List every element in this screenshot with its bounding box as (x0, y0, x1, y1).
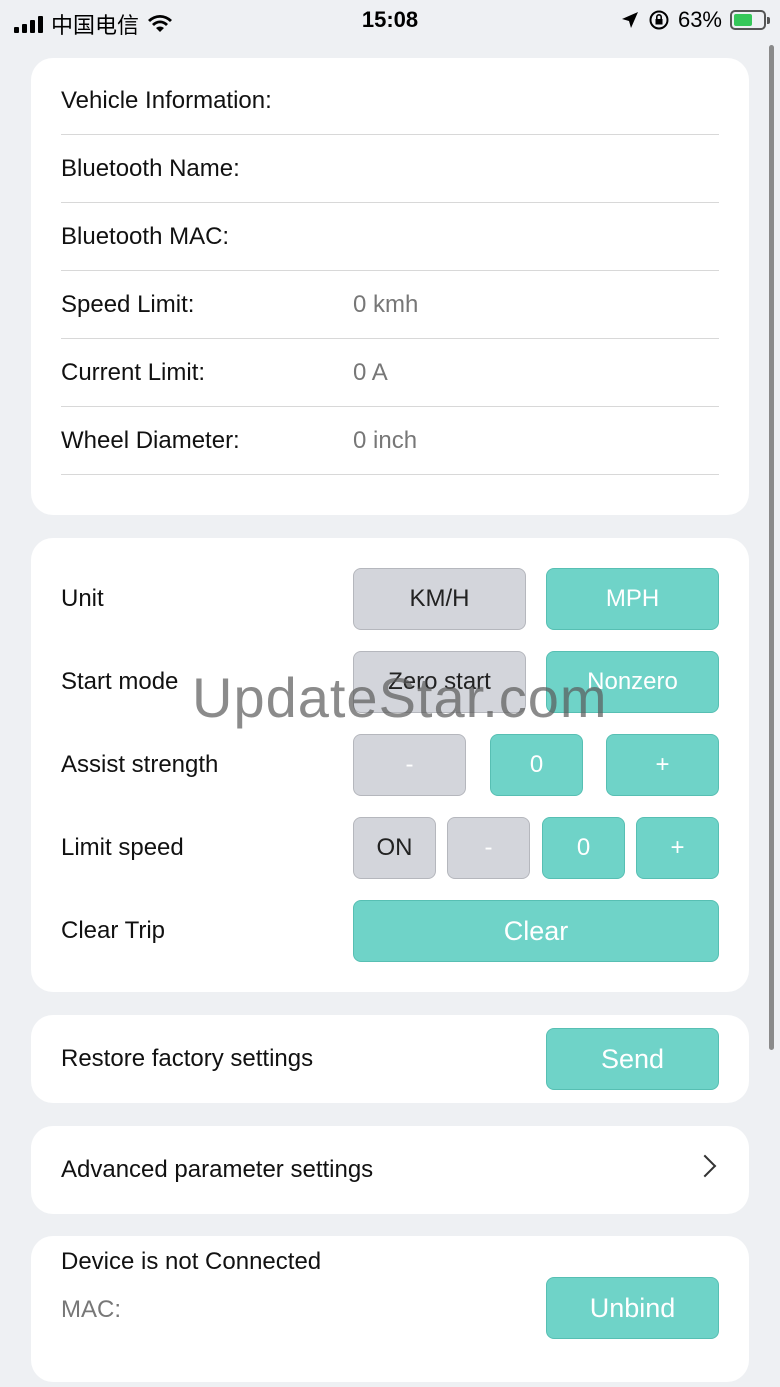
send-button[interactable]: Send (546, 1028, 719, 1090)
scroll-indicator[interactable] (769, 45, 774, 1050)
zero-start-button[interactable]: Zero start (353, 651, 526, 713)
bluetooth-name-row: Bluetooth Name: (61, 135, 719, 203)
vehicle-info-title-row: Vehicle Information: (61, 58, 719, 135)
unbind-button[interactable]: Unbind (546, 1277, 719, 1339)
status-bar: 中国电信 15:08 63% (0, 0, 780, 40)
status-right: 63% (620, 7, 770, 33)
unit-kmh-button[interactable]: KM/H (353, 568, 526, 630)
assist-increase-button[interactable]: + (606, 734, 719, 796)
unit-label: Unit (61, 585, 104, 612)
limit-speed-value: 0 (542, 817, 625, 879)
device-card: Device is not Connected MAC: Unbind (31, 1236, 749, 1382)
assist-decrease-button[interactable]: - (353, 734, 466, 796)
current-limit-label: Current Limit: (61, 358, 206, 386)
wheel-diameter-label: Wheel Diameter: (61, 426, 240, 454)
limit-speed-decrease-button[interactable]: - (447, 817, 530, 879)
chevron-right-icon (693, 1154, 717, 1178)
battery-percent: 63% (677, 7, 722, 32)
restore-factory-label: Restore factory settings (61, 1045, 314, 1072)
limit-speed-increase-button[interactable]: + (636, 817, 719, 879)
wheel-diameter-row: Wheel Diameter: 0 inch (61, 407, 719, 475)
assist-value: 0 (490, 734, 583, 796)
current-limit-value: 0 A (353, 358, 388, 386)
vehicle-info-card: Vehicle Information: Bluetooth Name: Blu… (31, 58, 749, 515)
speed-limit-label: Speed Limit: (61, 290, 195, 318)
clear-trip-label: Clear Trip (61, 917, 166, 944)
rotation-lock-icon (649, 10, 669, 30)
vehicle-info-title: Vehicle Information: (61, 87, 272, 114)
speed-limit-row: Speed Limit: 0 kmh (61, 271, 719, 339)
limit-speed-toggle[interactable]: ON (353, 817, 436, 879)
bluetooth-mac-label: Bluetooth MAC: (61, 222, 230, 250)
controls-card: Unit KM/H MPH Start mode Zero start Nonz… (31, 538, 749, 992)
bluetooth-mac-row: Bluetooth MAC: (61, 203, 719, 271)
battery-charging-icon (730, 10, 770, 30)
unit-mph-button[interactable]: MPH (546, 568, 719, 630)
restore-factory-card: Restore factory settings Send (31, 1015, 749, 1103)
start-mode-label: Start mode (61, 668, 179, 695)
current-limit-row: Current Limit: 0 A (61, 339, 719, 407)
nonzero-start-button[interactable]: Nonzero (546, 651, 719, 713)
device-mac-label: MAC: (61, 1296, 121, 1323)
device-status: Device is not Connected (61, 1248, 322, 1275)
speed-limit-value: 0 kmh (353, 290, 419, 318)
advanced-settings-card[interactable]: Advanced parameter settings (31, 1126, 749, 1214)
limit-speed-label: Limit speed (61, 834, 184, 861)
wheel-diameter-value: 0 inch (353, 426, 418, 454)
assist-strength-label: Assist strength (61, 751, 219, 778)
clear-trip-button[interactable]: Clear (353, 900, 719, 962)
advanced-settings-label: Advanced parameter settings (61, 1156, 374, 1183)
location-arrow-icon (621, 12, 638, 28)
bluetooth-name-label: Bluetooth Name: (61, 154, 240, 182)
